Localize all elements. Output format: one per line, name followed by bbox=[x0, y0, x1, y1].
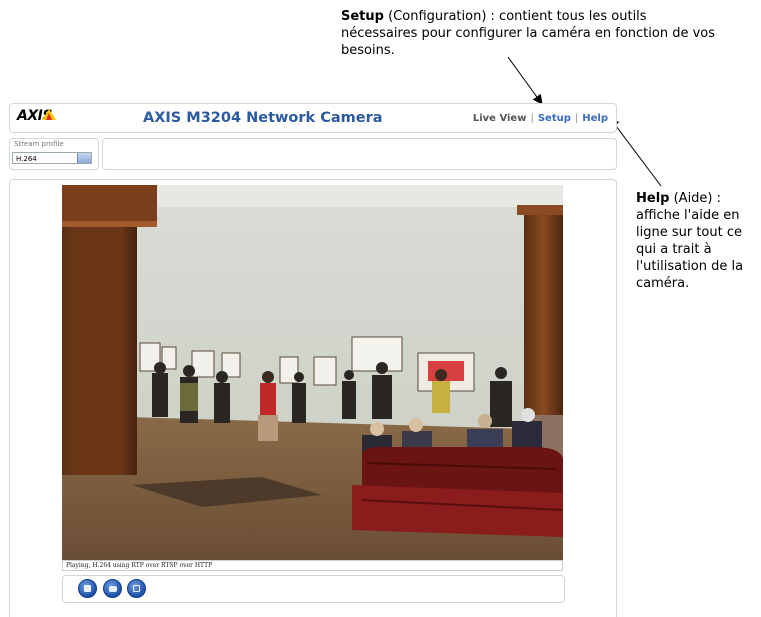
video-toolbar bbox=[62, 575, 565, 603]
nav-help[interactable]: Help bbox=[582, 113, 608, 124]
chevron-down-icon[interactable] bbox=[77, 153, 91, 163]
video-status-bar: Playing, H.264 using RTP over RTSP over … bbox=[62, 560, 563, 571]
stream-profile-label: Stream profile bbox=[14, 140, 64, 148]
nav-live-view[interactable]: Live View bbox=[473, 113, 527, 124]
product-title: AXIS M3204 Network Camera bbox=[143, 110, 383, 126]
top-navigation: Live View | Setup | Help bbox=[473, 113, 608, 124]
nav-separator: | bbox=[574, 113, 579, 124]
nav-setup[interactable]: Setup bbox=[538, 113, 571, 124]
stream-profile-box: Stream profile H.264 bbox=[9, 138, 99, 170]
live-video-image[interactable] bbox=[62, 185, 563, 560]
stream-profile-select[interactable]: H.264 bbox=[12, 152, 92, 164]
controls-box bbox=[102, 138, 617, 170]
setup-arrow bbox=[507, 56, 543, 105]
fullscreen-button[interactable] bbox=[127, 579, 146, 598]
snapshot-button[interactable] bbox=[103, 579, 122, 598]
stop-button[interactable] bbox=[78, 579, 97, 598]
axis-logo-icon bbox=[42, 109, 56, 120]
stop-icon bbox=[84, 585, 91, 592]
camera-header: AXIS AXIS M3204 Network Camera Live View… bbox=[9, 103, 617, 133]
stream-profile-value: H.264 bbox=[16, 155, 37, 163]
gallery-scene-image bbox=[62, 185, 563, 560]
camera-icon bbox=[109, 586, 117, 592]
fullscreen-icon bbox=[133, 585, 140, 592]
help-arrow bbox=[609, 117, 662, 187]
nav-separator: | bbox=[530, 113, 534, 124]
